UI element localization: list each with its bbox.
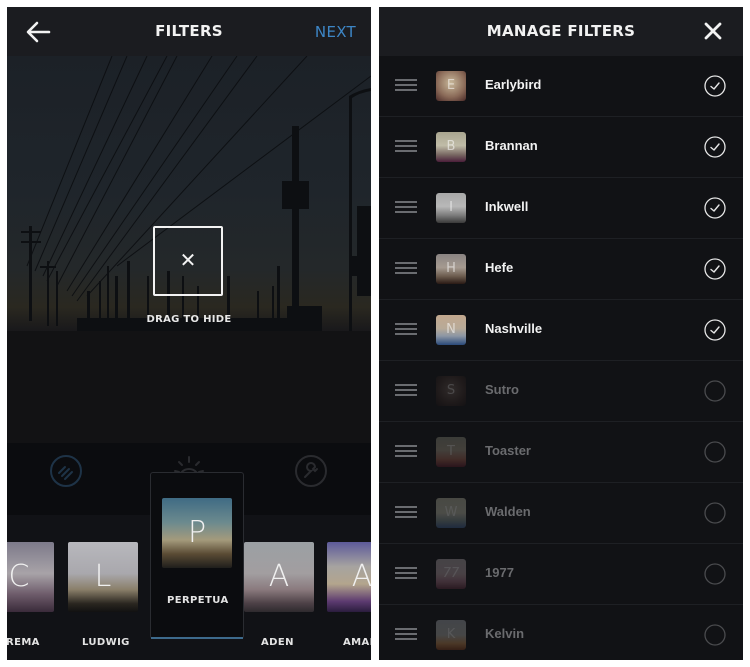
drag-handle-icon[interactable]: [395, 506, 417, 520]
drag-handle-icon[interactable]: [395, 384, 417, 398]
filter-thumbnail: L: [68, 542, 138, 612]
filter-thumbnail: B: [436, 132, 466, 162]
drag-handle-icon[interactable]: [395, 445, 417, 459]
filter-row-inkwell[interactable]: I Inkwell: [379, 178, 743, 239]
close-x-icon: ✕: [179, 248, 197, 272]
filter-name: Inkwell: [485, 199, 529, 214]
filter-label: ADEN: [261, 637, 294, 648]
filter-label: LUDWIG: [82, 637, 130, 648]
checkmark-circle-icon[interactable]: [704, 75, 726, 97]
drag-handle-icon[interactable]: [395, 140, 417, 154]
filter-thumbnail: S: [436, 376, 466, 406]
filter-name: Toaster: [485, 443, 531, 458]
empty-circle-icon[interactable]: [704, 624, 726, 646]
filter-name: Earlybird: [485, 77, 542, 92]
filter-name: Hefe: [485, 260, 514, 275]
filter-row-walden[interactable]: W Walden: [379, 483, 743, 544]
drag-to-hide-target[interactable]: ✕: [153, 226, 223, 296]
filter-thumbnail: T: [436, 437, 466, 467]
filters-screen: FILTERS NEXT ✕ DRAG TO HIDE C REMA L LUD…: [7, 7, 371, 660]
filter-thumbnail: A: [244, 542, 314, 612]
empty-circle-icon[interactable]: [704, 563, 726, 585]
page-title: MANAGE FILTERS: [486, 22, 636, 40]
drag-handle-icon[interactable]: [395, 201, 417, 215]
filter-row-toaster[interactable]: T Toaster: [379, 422, 743, 483]
next-button[interactable]: NEXT: [315, 23, 356, 41]
filter-row-kelvin[interactable]: K Kelvin: [379, 605, 743, 660]
filter-row-hefe[interactable]: H Hefe: [379, 239, 743, 300]
drag-handle-icon[interactable]: [395, 628, 417, 642]
checkmark-circle-icon[interactable]: [704, 136, 726, 158]
empty-circle-icon[interactable]: [704, 441, 726, 463]
empty-circle-icon[interactable]: [704, 502, 726, 524]
magic-wand-circle-icon[interactable]: [48, 453, 84, 489]
manage-filters-screen: MANAGE FILTERS E Earlybird B Brannan I I…: [379, 7, 743, 660]
filter-row-brannan[interactable]: B Brannan: [379, 117, 743, 178]
drag-to-hide-label: DRAG TO HIDE: [146, 314, 232, 325]
filter-thumbnail: 77: [436, 559, 466, 589]
drag-handle-icon[interactable]: [395, 323, 417, 337]
empty-circle-icon[interactable]: [704, 380, 726, 402]
manage-top-bar: MANAGE FILTERS: [379, 7, 743, 56]
drag-handle-icon[interactable]: [395, 567, 417, 581]
checkmark-circle-icon[interactable]: [704, 197, 726, 219]
filter-row-1977[interactable]: 77 1977: [379, 544, 743, 605]
filter-label: REMA: [7, 637, 40, 648]
filter-thumbnail: P: [162, 498, 232, 568]
filter-name: Sutro: [485, 382, 519, 397]
filter-thumbnail: W: [436, 498, 466, 528]
selected-indicator: [151, 637, 243, 639]
filter-thumbnail: C: [7, 542, 54, 612]
filter-name: 1977: [485, 565, 514, 580]
filter-perpetua-selected[interactable]: P PERPETUA: [150, 472, 244, 639]
filter-name: Walden: [485, 504, 531, 519]
filter-label: AMAR: [343, 637, 371, 648]
filter-row-nashville[interactable]: N Nashville: [379, 300, 743, 361]
close-x-icon[interactable]: [703, 21, 723, 41]
filter-thumbnail: N: [436, 315, 466, 345]
drag-handle-icon[interactable]: [395, 79, 417, 93]
filter-name: Brannan: [485, 138, 538, 153]
filter-name: Nashville: [485, 321, 543, 336]
filter-thumbnail: E: [436, 71, 466, 101]
filter-row-sutro[interactable]: S Sutro: [379, 361, 743, 422]
photo-preview: ✕ DRAG TO HIDE: [7, 56, 371, 443]
filter-thumbnail: I: [436, 193, 466, 223]
filter-thumbnail: K: [436, 620, 466, 650]
filters-top-bar: FILTERS NEXT: [7, 7, 371, 56]
filter-label: PERPETUA: [167, 595, 229, 606]
filter-list: E Earlybird B Brannan I Inkwell H Hefe N…: [379, 56, 743, 660]
wrench-circle-icon[interactable]: [293, 453, 329, 489]
filter-thumbnail: A: [327, 542, 371, 612]
filter-thumbnail: H: [436, 254, 466, 284]
drag-handle-icon[interactable]: [395, 262, 417, 276]
filter-row-earlybird[interactable]: E Earlybird: [379, 56, 743, 117]
checkmark-circle-icon[interactable]: [704, 258, 726, 280]
filter-name: Kelvin: [485, 626, 525, 641]
checkmark-circle-icon[interactable]: [704, 319, 726, 341]
